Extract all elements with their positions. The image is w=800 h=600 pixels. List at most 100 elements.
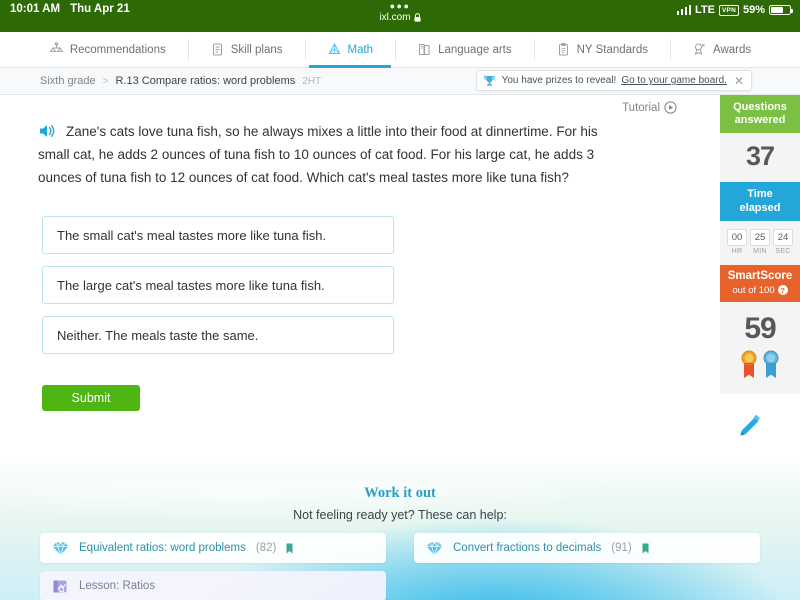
tab-label: NY Standards: [576, 43, 649, 56]
speaker-icon[interactable]: [38, 123, 57, 139]
answer-choice-3[interactable]: Neither. The meals taste the same.: [42, 316, 394, 354]
questions-answered-header: Questions answered: [720, 95, 800, 134]
question-area: Zane's cats love tuna fish, so he always…: [38, 120, 598, 190]
smartscore-value: 59: [744, 311, 776, 345]
clock-seconds-value: 24: [773, 228, 793, 246]
prize-banner-message: You have prizes to reveal!: [501, 75, 617, 86]
time-elapsed-header: Time elapsed: [720, 182, 800, 221]
standards-icon: [556, 42, 571, 57]
answer-choice-1[interactable]: The small cat's meal tastes more like tu…: [42, 216, 394, 254]
score-panel: Questions answered 37 Time elapsed 00 HR…: [720, 95, 800, 394]
address-label: ixl.com: [379, 12, 421, 23]
breadcrumb-skill-code: 2HT: [302, 75, 322, 87]
network-type-label: LTE: [695, 4, 715, 16]
clock-minutes: 25 MIN: [750, 228, 770, 255]
prize-banner: You have prizes to reveal! Go to your ga…: [475, 70, 752, 91]
work-it-out-card-name: Equivalent ratios: word problems: [79, 542, 246, 554]
tab-label: Awards: [713, 43, 752, 56]
questions-answered-value: 37: [745, 141, 775, 172]
answer-choices: The small cat's meal tastes more like tu…: [42, 216, 394, 366]
time-elapsed-clock: 00 HR 25 MIN 24 SEC: [720, 221, 800, 257]
work-it-out-card-3[interactable]: Lesson: Ratios: [40, 571, 386, 600]
breadcrumb-separator-icon: >: [102, 75, 109, 87]
time-elapsed-title-1: Time: [747, 188, 773, 201]
questions-answered-title-2: answered: [734, 114, 786, 127]
breadcrumb-grade[interactable]: Sixth grade: [40, 75, 96, 87]
smartscore-title: SmartScore: [727, 269, 793, 282]
cellular-signal-icon: [676, 5, 692, 15]
clock-hours-value: 00: [727, 228, 747, 246]
award-ribbons: [720, 350, 800, 390]
vpn-badge: VPN: [719, 4, 739, 16]
subject-nav-bar: Recommendations Skill plans Math Languag…: [0, 32, 800, 68]
status-bar-time: 10:01 AM: [10, 3, 61, 15]
question-mark-icon[interactable]: ?: [777, 285, 788, 296]
work-it-out-card-count: (91): [611, 542, 632, 554]
skill-plans-icon: [210, 42, 225, 57]
tab-label: Language arts: [438, 43, 512, 56]
smartscore-header: SmartScore out of 100 ?: [720, 264, 800, 302]
breadcrumb-skill: R.13 Compare ratios: word problems: [115, 75, 296, 87]
work-it-out-section: Work it out Not feeling ready yet? These…: [0, 455, 800, 600]
tab-language-arts[interactable]: Language arts: [395, 32, 534, 67]
pencil-icon[interactable]: [734, 412, 764, 442]
tab-awards[interactable]: Awards: [670, 32, 773, 67]
status-bar-right: LTE VPN 59%: [676, 4, 793, 16]
address-url: ixl.com: [379, 12, 411, 23]
ios-status-bar: 10:01 AM Thu Apr 21 ●●● ixl.com LTE VPN …: [0, 0, 800, 32]
tab-skill-plans[interactable]: Skill plans: [187, 32, 305, 67]
battery-percent-label: 59%: [742, 4, 765, 16]
work-it-out-cards: Equivalent ratios: word problems (82) Co…: [40, 533, 760, 600]
work-it-out-card-name: Convert fractions to decimals: [453, 542, 602, 554]
tab-math[interactable]: Math: [304, 32, 396, 68]
tutorial-link[interactable]: Tutorial: [622, 101, 677, 114]
gold-ribbon-icon: [740, 350, 758, 380]
tab-overview-dots-icon: ●●●: [389, 1, 411, 11]
diamond-icon: [426, 541, 443, 556]
tab-label: Recommendations: [69, 43, 166, 56]
game-board-link[interactable]: Go to your game board.: [621, 75, 727, 86]
work-it-out-card-2[interactable]: Convert fractions to decimals (91): [414, 533, 760, 563]
status-bar-left: 10:01 AM Thu Apr 21: [10, 3, 130, 15]
lesson-icon: [52, 579, 69, 594]
clock-seconds: 24 SEC: [773, 228, 793, 255]
close-icon[interactable]: ✕: [734, 75, 744, 87]
bookmark-icon[interactable]: [642, 543, 649, 554]
clock-hours-label: HR: [731, 247, 743, 255]
clock-minutes-label: MIN: [753, 247, 767, 255]
ixl-app-screen: 10:01 AM Thu Apr 21 ●●● ixl.com LTE VPN …: [0, 0, 800, 600]
clock-minutes-value: 25: [750, 228, 770, 246]
tab-recommendations[interactable]: Recommendations: [27, 32, 188, 67]
submit-button[interactable]: Submit: [42, 385, 140, 411]
lock-icon: [413, 13, 421, 22]
status-bar-date: Thu Apr 21: [70, 3, 130, 15]
work-it-out-card-count: (82): [255, 542, 277, 554]
tab-label: Skill plans: [230, 43, 283, 56]
recommendations-icon: [49, 42, 64, 57]
play-circle-icon: [664, 101, 677, 114]
work-it-out-card-1[interactable]: Equivalent ratios: word problems (82): [40, 533, 386, 563]
blue-ribbon-icon: [762, 350, 780, 380]
question-text: Zane's cats love tuna fish, so he always…: [38, 124, 598, 186]
diamond-icon: [52, 541, 69, 556]
work-it-out-subtitle: Not feeling ready yet? These can help:: [293, 508, 507, 522]
work-it-out-title: Work it out: [364, 485, 436, 501]
answer-choice-label: The small cat's meal tastes more like tu…: [57, 227, 327, 243]
bookmark-icon[interactable]: [286, 543, 293, 554]
smartscore-subtitle: out of 100: [732, 284, 775, 296]
tutorial-label: Tutorial: [622, 101, 660, 114]
answer-choice-2[interactable]: The large cat's meal tastes more like tu…: [42, 266, 394, 304]
tab-ny-standards[interactable]: NY Standards: [533, 32, 670, 67]
clock-seconds-label: SEC: [775, 247, 791, 255]
answer-choice-label: The large cat's meal tastes more like tu…: [57, 277, 325, 293]
battery-icon: [769, 5, 793, 15]
clock-hours: 00 HR: [727, 228, 747, 255]
time-elapsed-title-2: elapsed: [739, 201, 781, 214]
work-it-out-card-name: Lesson: Ratios: [79, 580, 156, 592]
trophy-icon: [482, 73, 497, 88]
answer-choice-label: Neither. The meals taste the same.: [57, 327, 259, 343]
smartscore-subtitle-row: out of 100 ?: [722, 285, 798, 296]
tab-label: Math: [347, 43, 374, 56]
language-arts-icon: [417, 42, 432, 57]
questions-answered-title-1: Questions: [733, 101, 787, 113]
